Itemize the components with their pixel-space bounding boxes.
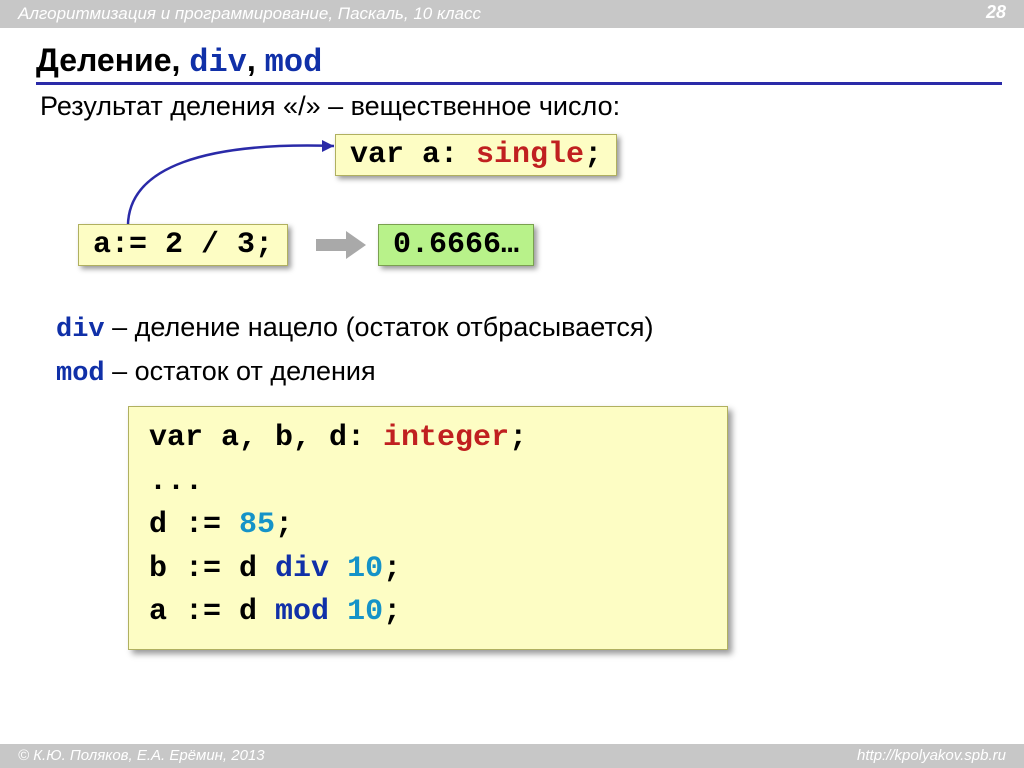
code-mod-kw: mod	[275, 595, 329, 629]
code-l4e: ;	[383, 552, 401, 586]
code-l5e: ;	[383, 595, 401, 629]
copyright: © К.Ю. Поляков, Е.А. Ерёмин, 2013	[18, 744, 265, 768]
code-type: integer	[383, 421, 509, 455]
var-type: single	[476, 138, 584, 172]
mod-definition: mod – остаток от деления	[56, 351, 1024, 395]
code-l5c	[329, 595, 347, 629]
url: http://kpolyakov.spb.ru	[857, 744, 1006, 768]
definitions: div – деление нацело (остаток отбрасывае…	[56, 307, 1024, 394]
mod-keyword: mod	[56, 359, 105, 389]
slide-header: Алгоритмизация и программирование, Паска…	[0, 0, 1024, 28]
title-div-kw: div	[189, 44, 247, 81]
result-value: 0.6666…	[393, 228, 519, 262]
assignment-code: a:= 2 / 3;	[93, 228, 273, 262]
title-sep: ,	[247, 42, 256, 78]
result-arrow-icon	[316, 233, 366, 257]
code-l2: ...	[149, 465, 203, 499]
var-post: ;	[584, 138, 602, 172]
var-pre: var a:	[350, 138, 476, 172]
code-l4a: b := d	[149, 552, 275, 586]
code-l4c	[329, 552, 347, 586]
div-definition: div – деление нацело (остаток отбрасывае…	[56, 307, 1024, 351]
code-num-85: 85	[239, 508, 275, 542]
code-example-box: var a, b, d: integer; ... d := 85; b := …	[128, 406, 728, 650]
title-text: Деление,	[36, 42, 180, 78]
code-div-kw: div	[275, 552, 329, 586]
div-keyword: div	[56, 315, 105, 345]
var-declaration-box: var a: single;	[335, 134, 617, 176]
code-l3a: d :=	[149, 508, 239, 542]
code-l1a: var a, b, d:	[149, 421, 383, 455]
mod-text: – остаток от деления	[105, 356, 376, 386]
code-num-10a: 10	[347, 552, 383, 586]
example-stage: var a: single; a:= 2 / 3; 0.6666…	[0, 132, 1024, 307]
page-number: 28	[986, 0, 1006, 26]
slide-title: Деление, div, mod	[36, 42, 1002, 85]
result-box: 0.6666…	[378, 224, 534, 266]
title-mod-kw: mod	[265, 44, 323, 81]
code-l3c: ;	[275, 508, 293, 542]
course-title: Алгоритмизация и программирование, Паска…	[18, 0, 481, 28]
assignment-box: a:= 2 / 3;	[78, 224, 288, 266]
code-num-10b: 10	[347, 595, 383, 629]
slide-footer: © К.Ю. Поляков, Е.А. Ерёмин, 2013 http:/…	[0, 744, 1024, 768]
subtitle-text: Результат деления «/» – вещественное чис…	[40, 91, 1024, 122]
code-l5a: a := d	[149, 595, 275, 629]
div-text: – деление нацело (остаток отбрасывается)	[105, 312, 654, 342]
code-l1c: ;	[509, 421, 527, 455]
